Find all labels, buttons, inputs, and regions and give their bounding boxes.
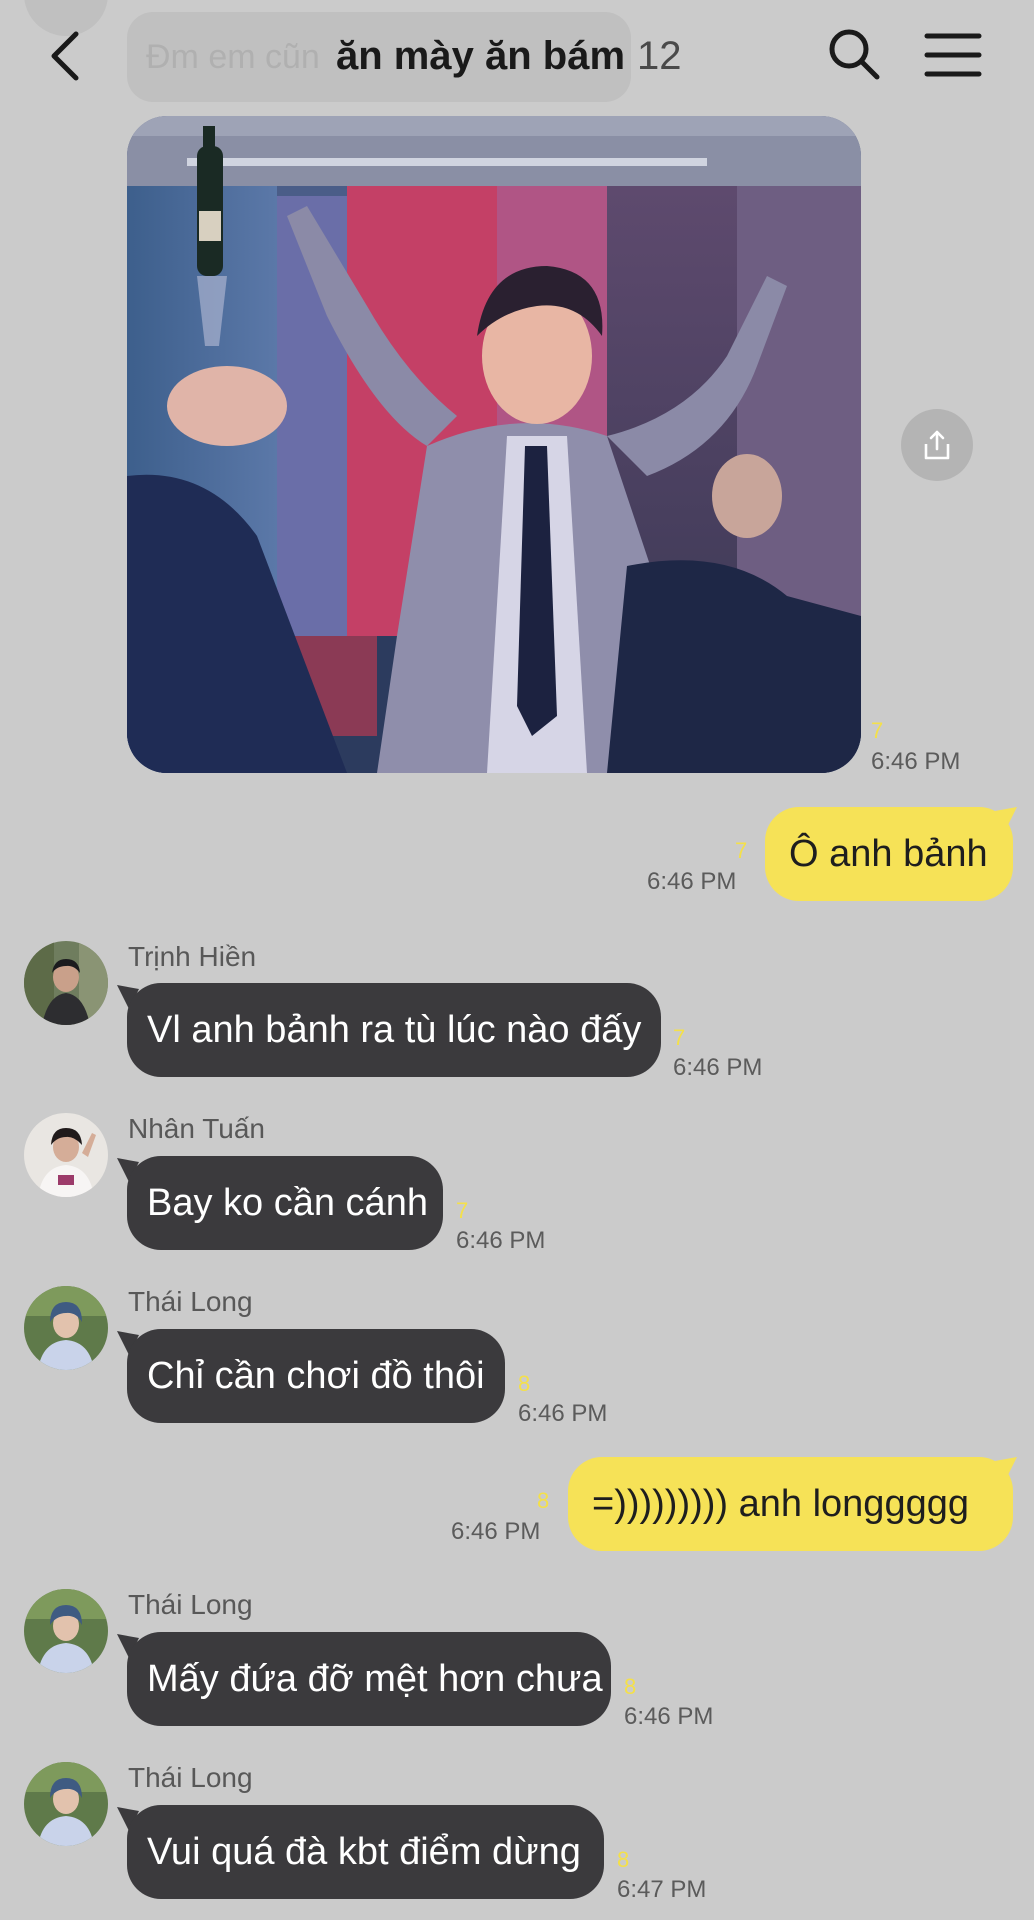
incoming-message-bubble[interactable]: Chỉ cần chơi đồ thôi xyxy=(127,1329,505,1423)
sender-name: Thái Long xyxy=(128,1286,253,1317)
unread-count: 8 xyxy=(617,1847,630,1872)
avatar-photo xyxy=(24,1762,108,1846)
message-time: 6:46 PM xyxy=(456,1227,546,1254)
chat-header: Đm em cũn ăn mày ăn bám 12 xyxy=(0,0,1034,112)
unread-count: 7 xyxy=(456,1198,469,1223)
bubble-tail xyxy=(995,807,1017,831)
message-text: Chỉ cần chơi đồ thôi xyxy=(147,1354,485,1397)
message-time: 6:46 PM xyxy=(451,1518,541,1545)
back-button[interactable] xyxy=(40,28,90,84)
message-text: Ô anh bảnh xyxy=(789,832,988,875)
member-count: 12 xyxy=(637,33,682,78)
avatar-photo xyxy=(24,1286,108,1370)
message-text: Vui quá đà kbt điểm dừng xyxy=(147,1830,581,1873)
chat-title[interactable]: ăn mày ăn bám 12 xyxy=(336,30,682,82)
avatar-photo xyxy=(24,1589,108,1673)
share-button[interactable] xyxy=(901,409,973,481)
share-icon xyxy=(924,430,950,460)
avatar[interactable] xyxy=(24,1286,108,1370)
search-button[interactable] xyxy=(826,26,882,82)
message-text: Vl anh bảnh ra tù lúc nào đấy xyxy=(147,1008,642,1051)
unread-count: 8 xyxy=(518,1371,531,1396)
incoming-message-bubble[interactable]: Mấy đứa đỡ mệt hơn chưa xyxy=(127,1632,611,1726)
message-time: 6:46 PM xyxy=(673,1054,763,1081)
shared-photo xyxy=(127,116,861,773)
bubble-tail xyxy=(995,1457,1017,1481)
search-icon xyxy=(829,29,880,80)
unread-count: 7 xyxy=(871,718,884,743)
avatar[interactable] xyxy=(24,1762,108,1846)
message-time: 6:47 PM xyxy=(617,1876,707,1903)
unread-count: 8 xyxy=(624,1674,637,1699)
scrolled-message-text: Đm em cũn xyxy=(146,38,320,76)
outgoing-message-bubble[interactable]: Ô anh bảnh xyxy=(765,807,1013,901)
outgoing-message-bubble[interactable]: =))))))))) anh longgggg xyxy=(568,1457,1013,1551)
incoming-message-bubble[interactable]: Bay ko cần cánh xyxy=(127,1156,443,1250)
unread-count: 7 xyxy=(673,1025,686,1050)
menu-button[interactable] xyxy=(924,30,982,80)
chevron-left-icon xyxy=(51,31,79,81)
sender-name: Nhân Tuấn xyxy=(128,1113,265,1144)
message-time: 6:46 PM xyxy=(518,1400,608,1427)
message-text: Mấy đứa đỡ mệt hơn chưa xyxy=(147,1657,603,1700)
message-text: Bay ko cần cánh xyxy=(147,1181,428,1224)
sender-name: Trịnh Hiền xyxy=(128,941,257,972)
unread-count: 8 xyxy=(537,1488,550,1513)
message-time: 6:46 PM xyxy=(871,748,961,775)
incoming-message-bubble[interactable]: Vl anh bảnh ra tù lúc nào đấy xyxy=(127,983,661,1077)
avatar-photo xyxy=(24,1113,108,1197)
unread-count: 7 xyxy=(735,838,748,863)
message-time: 6:46 PM xyxy=(647,868,737,895)
chat-room-name: ăn mày ăn bám xyxy=(336,33,626,78)
message-time: 6:46 PM xyxy=(624,1703,714,1730)
avatar[interactable] xyxy=(24,1113,108,1197)
avatar[interactable] xyxy=(24,1589,108,1673)
avatar[interactable] xyxy=(24,941,108,1025)
hamburger-menu-icon xyxy=(924,33,982,77)
incoming-message-bubble[interactable]: Vui quá đà kbt điểm dừng xyxy=(127,1805,604,1899)
sender-name: Thái Long xyxy=(128,1762,253,1793)
photo-message[interactable] xyxy=(127,116,861,773)
sender-name: Thái Long xyxy=(128,1589,253,1620)
avatar-photo xyxy=(24,941,108,1025)
message-text: =))))))))) anh longgggg xyxy=(592,1482,969,1525)
